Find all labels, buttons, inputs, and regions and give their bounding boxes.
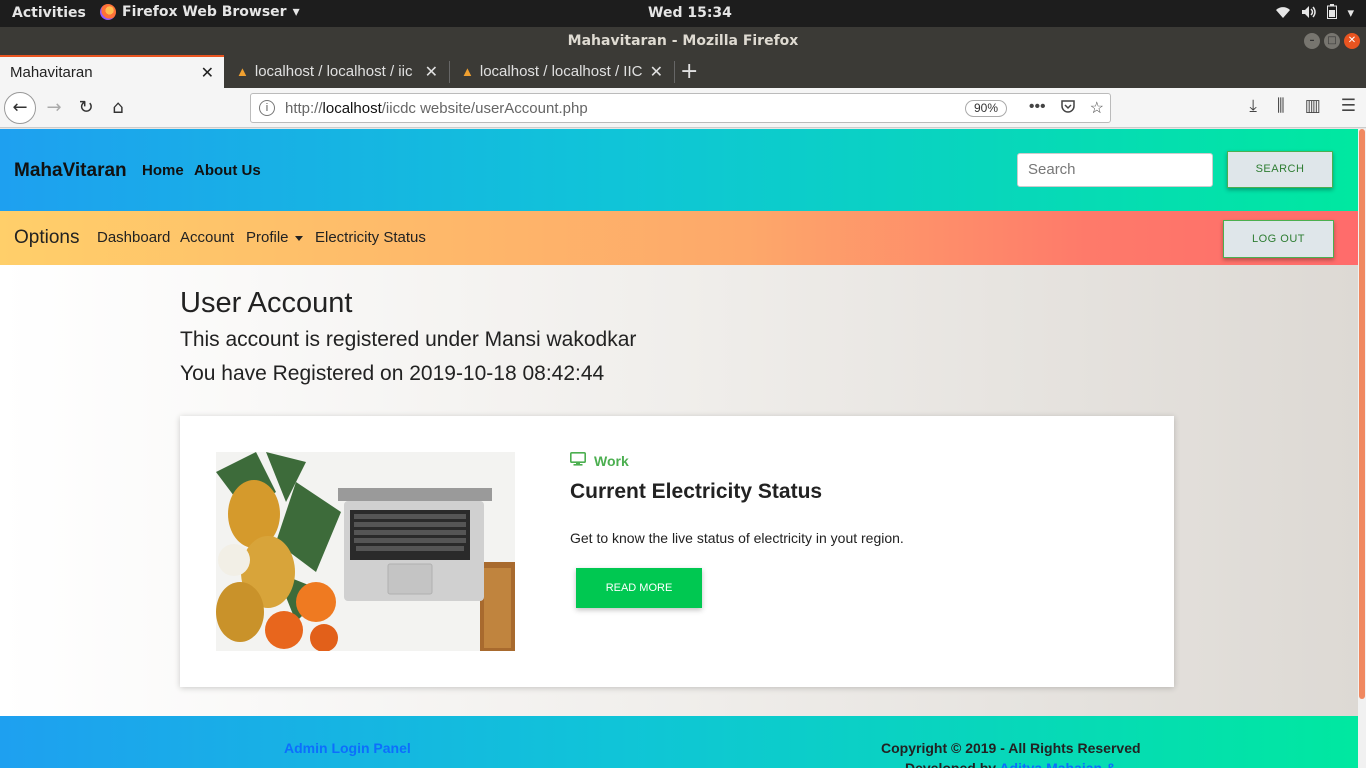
close-icon[interactable]: ✕ [650, 62, 663, 82]
tab-label: Mahavitaran [10, 64, 93, 81]
search-button[interactable]: SEARCH [1227, 151, 1333, 188]
maximize-button[interactable]: □ [1324, 33, 1340, 49]
firefox-icon [100, 4, 116, 20]
volume-icon [1301, 5, 1317, 23]
window-titlebar: Mahavitaran - Mozilla Firefox – □ ✕ [0, 27, 1366, 55]
tab-mahavitaran[interactable]: Mahavitaran ✕ [0, 55, 224, 88]
monitor-icon [570, 452, 586, 469]
close-icon[interactable]: ✕ [425, 62, 438, 82]
forward-button[interactable]: → [40, 94, 68, 122]
more-actions-icon[interactable]: ••• [1029, 98, 1046, 119]
developer-link[interactable]: Aditya Mahajan & [999, 760, 1116, 768]
card-tag: Work [570, 452, 629, 469]
nav-account[interactable]: Account [180, 229, 234, 246]
app-menu[interactable]: Firefox Web Browser ▾ [100, 4, 300, 20]
read-more-button[interactable]: READ MORE [576, 568, 702, 608]
nav-dashboard[interactable]: Dashboard [97, 229, 170, 246]
url-bar[interactable]: i http://localhost/iicdc website/userAcc… [250, 93, 1111, 123]
minimize-button[interactable]: – [1304, 33, 1320, 49]
card-tag-label: Work [594, 452, 629, 469]
wifi-icon [1275, 5, 1291, 23]
pocket-icon[interactable] [1060, 98, 1076, 119]
battery-icon [1327, 4, 1338, 23]
tab-label: localhost / localhost / iic [254, 63, 413, 80]
tab-localhost-1[interactable]: ▲ localhost / localhost / iic ✕ [226, 55, 448, 88]
laptop-pineapple-image [216, 452, 515, 651]
right-toolbar: ⤓ ⫼ ▥ ☰ [1249, 96, 1356, 116]
admin-login-link[interactable]: Admin Login Panel [284, 740, 411, 756]
reload-button[interactable]: ↻ [72, 94, 100, 122]
page-scrollbar[interactable] [1358, 129, 1366, 768]
phpmyadmin-icon: ▲ [461, 64, 474, 79]
scrollbar-thumb[interactable] [1359, 129, 1365, 699]
search-input[interactable]: Search [1017, 153, 1213, 187]
close-window-button[interactable]: ✕ [1344, 33, 1360, 49]
library-icon[interactable]: ⫼ [1277, 96, 1285, 116]
home-button[interactable]: ⌂ [104, 94, 132, 122]
sidebar-icon[interactable]: ▥ [1305, 96, 1321, 116]
zoom-indicator[interactable]: 90% [965, 100, 1008, 117]
downloads-icon[interactable]: ⤓ [1249, 96, 1257, 116]
chevron-down-icon: ▾ [292, 4, 300, 20]
nav-electricity-status[interactable]: Electricity Status [315, 229, 426, 246]
caret-down-icon [294, 235, 303, 241]
logout-button[interactable]: LOG OUT [1223, 220, 1334, 258]
clock[interactable]: Wed 15:34 [648, 5, 732, 21]
tab-localhost-2[interactable]: ▲ localhost / localhost / IIC ✕ [451, 55, 673, 88]
new-tab-button[interactable]: + [680, 59, 698, 84]
window-controls: – □ ✕ [1304, 33, 1360, 49]
url-text[interactable]: http://localhost/iicdc website/userAccou… [285, 100, 588, 117]
copyright-text: Copyright © 2019 - All Rights Reserved [881, 740, 1141, 756]
tab-strip: Mahavitaran ✕ ▲ localhost / localhost / … [0, 55, 1366, 88]
site-header: MahaVitaran Home About Us Search SEARCH [0, 129, 1358, 211]
info-icon[interactable]: i [259, 100, 275, 116]
tab-separator [674, 61, 675, 83]
back-button[interactable]: ← [4, 92, 36, 124]
gnome-top-bar: Activities Firefox Web Browser ▾ Wed 15:… [0, 0, 1366, 27]
phpmyadmin-icon: ▲ [236, 64, 249, 79]
app-menu-label: Firefox Web Browser [122, 4, 287, 20]
site-brand[interactable]: MahaVitaran [14, 160, 127, 182]
system-tray[interactable]: ▾ [1275, 4, 1354, 23]
navigation-toolbar: ← → ↻ ⌂ i http://localhost/iicdc website… [0, 88, 1366, 128]
electricity-status-card: Work Current Electricity Status Get to k… [180, 416, 1174, 687]
registered-on-text: You have Registered on 2019-10-18 08:42:… [180, 362, 605, 385]
options-bar: Options Dashboard Account Profile Electr… [0, 211, 1358, 265]
nav-home[interactable]: Home [142, 162, 184, 179]
close-icon[interactable]: ✕ [201, 63, 214, 83]
site-footer: Admin Login Panel Copyright © 2019 - All… [0, 716, 1358, 768]
nav-about-us[interactable]: About Us [194, 162, 261, 179]
tab-separator [449, 61, 450, 83]
registered-under-text: This account is registered under Mansi w… [180, 328, 637, 351]
card-description: Get to know the live status of electrici… [570, 530, 904, 546]
nav-profile-dropdown[interactable]: Profile [246, 229, 303, 246]
chevron-down-icon: ▾ [1347, 6, 1354, 21]
bookmark-star-icon[interactable]: ☆ [1090, 98, 1104, 119]
page-title: User Account [180, 287, 353, 319]
url-actions: ••• ☆ [1029, 98, 1104, 119]
card-title: Current Electricity Status [570, 480, 823, 503]
menu-icon[interactable]: ☰ [1341, 96, 1356, 116]
tab-label: localhost / localhost / IIC [479, 63, 642, 80]
web-page: MahaVitaran Home About Us Search SEARCH … [0, 129, 1358, 768]
options-title[interactable]: Options [14, 227, 79, 249]
activities-button[interactable]: Activities [12, 5, 86, 21]
developed-by-text: Developed by Aditya Mahajan & [905, 760, 1116, 768]
window-title: Mahavitaran - Mozilla Firefox [567, 33, 799, 49]
